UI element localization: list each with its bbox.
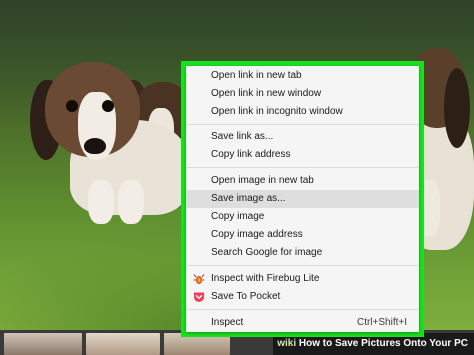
menu-item-save-image-as[interactable]: Save image as...: [186, 190, 419, 208]
firebug-icon: [193, 274, 205, 284]
menu-item-copy-link-address[interactable]: Copy link address: [186, 146, 419, 164]
menu-separator: [186, 124, 419, 125]
menu-item-label: Save link as...: [211, 131, 274, 142]
thumbnail-image[interactable]: [86, 333, 160, 355]
menu-item-label: Search Google for image: [211, 247, 323, 258]
menu-item-label: Copy image: [211, 211, 265, 222]
menu-item-label: Save image as...: [211, 193, 286, 204]
menu-item-label: Inspect with Firebug Lite: [211, 273, 320, 284]
menu-separator: [186, 167, 419, 168]
menu-item-search-google-image[interactable]: Search Google for image: [186, 244, 419, 262]
menu-item-open-image-new-tab[interactable]: Open image in new tab: [186, 172, 419, 190]
menu-item-save-link-as[interactable]: Save link as...: [186, 128, 419, 146]
puppy-ear: [444, 68, 470, 148]
puppy-leg: [88, 180, 114, 224]
puppy-leg: [118, 180, 144, 224]
wikihow-brand: wiki: [277, 338, 297, 349]
menu-item-label: Open link in new window: [211, 88, 322, 99]
menu-item-label: Open link in new tab: [211, 70, 302, 81]
menu-item-inspect-firebug[interactable]: Inspect with Firebug Lite: [186, 270, 419, 288]
puppy-nose: [84, 138, 106, 154]
pocket-icon: [194, 292, 204, 302]
menu-item-label: Copy image address: [211, 229, 303, 240]
menu-item-label: Open link in incognito window: [211, 106, 343, 117]
menu-item-open-link-incognito[interactable]: Open link in incognito window: [186, 103, 419, 121]
caption-title: How to Save Pictures Onto Your PC: [298, 338, 468, 349]
menu-item-save-to-pocket[interactable]: Save To Pocket: [186, 288, 419, 306]
menu-item-label: Save To Pocket: [211, 291, 281, 302]
puppy-eye: [66, 100, 78, 112]
menu-item-open-link-new-window[interactable]: Open link in new window: [186, 85, 419, 103]
menu-item-inspect[interactable]: Inspect Ctrl+Shift+I: [186, 314, 419, 332]
context-menu: Open link in new tab Open link in new wi…: [186, 66, 419, 332]
menu-item-open-link-new-tab[interactable]: Open link in new tab: [186, 67, 419, 85]
menu-item-copy-image[interactable]: Copy image: [186, 208, 419, 226]
menu-separator: [186, 309, 419, 310]
menu-item-label: Inspect: [211, 317, 244, 328]
menu-item-shortcut: Ctrl+Shift+I: [356, 317, 407, 328]
menu-separator: [186, 265, 419, 266]
menu-item-label: Copy link address: [211, 149, 291, 160]
menu-item-copy-image-address[interactable]: Copy image address: [186, 226, 419, 244]
thumbnail-image[interactable]: [4, 333, 82, 355]
menu-item-label: Open image in new tab: [211, 175, 314, 186]
puppy-eye: [102, 100, 114, 112]
